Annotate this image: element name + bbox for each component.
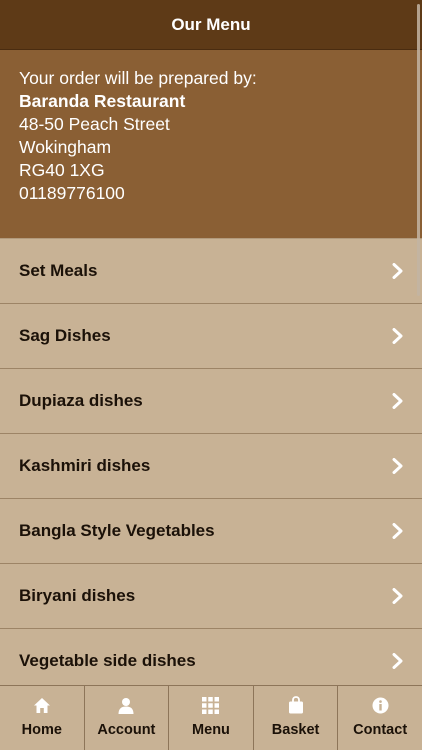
menu-item-sag-dishes[interactable]: Sag Dishes [0, 303, 422, 368]
tab-label: Menu [192, 722, 230, 738]
chevron-right-icon [390, 263, 406, 279]
tab-label: Basket [271, 722, 320, 738]
menu-item-label: Set Meals [19, 261, 98, 280]
menu-item-kashmiri-dishes[interactable]: Kashmiri dishes [0, 433, 422, 498]
chevron-right-icon [390, 588, 406, 604]
bottom-tab-bar: Home Account Menu Basket Contact [0, 685, 422, 750]
tab-label: Contact [353, 722, 408, 738]
menu-item-label: Bangla Style Vegetables [19, 521, 215, 540]
menu-item-label: Biryani dishes [19, 586, 136, 605]
menu-category-list: Set Meals Sag Dishes Dupiaza dishes Kash… [0, 238, 422, 685]
user-icon [117, 696, 135, 714]
menu-item-label: Kashmiri dishes [19, 456, 151, 475]
menu-item-label: Dupiaza dishes [19, 391, 143, 410]
tab-menu[interactable]: Menu [168, 686, 253, 750]
tab-account[interactable]: Account [83, 686, 169, 750]
menu-item-bangla-style-vegetables[interactable]: Bangla Style Vegetables [0, 498, 422, 563]
bag-icon [287, 696, 305, 714]
tab-basket[interactable]: Basket [252, 686, 338, 750]
chevron-right-icon [390, 458, 406, 474]
menu-item-dupiaza-dishes[interactable]: Dupiaza dishes [0, 368, 422, 433]
menu-item-label: Sag Dishes [19, 326, 111, 345]
menu-item-set-meals[interactable]: Set Meals [0, 238, 422, 303]
phone-number: 01189776100 [19, 183, 125, 203]
menu-item-vegetable-side-dishes[interactable]: Vegetable side dishes [0, 628, 422, 685]
scrollbar[interactable] [417, 4, 420, 296]
postcode: RG40 1XG [19, 160, 105, 180]
menu-item-label: Vegetable side dishes [19, 651, 196, 670]
chevron-right-icon [390, 328, 406, 344]
tab-label: Home [21, 722, 62, 738]
chevron-right-icon [390, 523, 406, 539]
tab-label: Account [97, 722, 156, 738]
info-icon [371, 696, 389, 714]
menu-item-biryani-dishes[interactable]: Biryani dishes [0, 563, 422, 628]
tab-home[interactable]: Home [0, 686, 84, 750]
restaurant-info-panel: Your order will be prepared by: Baranda … [0, 50, 422, 238]
chevron-right-icon [390, 653, 406, 669]
top-bar: Our Menu [0, 0, 422, 50]
restaurant-name: Baranda Restaurant [19, 91, 186, 111]
grid-icon [202, 696, 220, 714]
page-title: Our Menu [171, 14, 251, 34]
home-icon [33, 696, 51, 714]
chevron-right-icon [390, 393, 406, 409]
tab-contact[interactable]: Contact [337, 686, 422, 750]
order-intro-text: Your order will be prepared by: [19, 68, 257, 88]
address-line-2: Wokingham [19, 137, 112, 157]
address-line-1: 48-50 Peach Street [19, 114, 170, 134]
